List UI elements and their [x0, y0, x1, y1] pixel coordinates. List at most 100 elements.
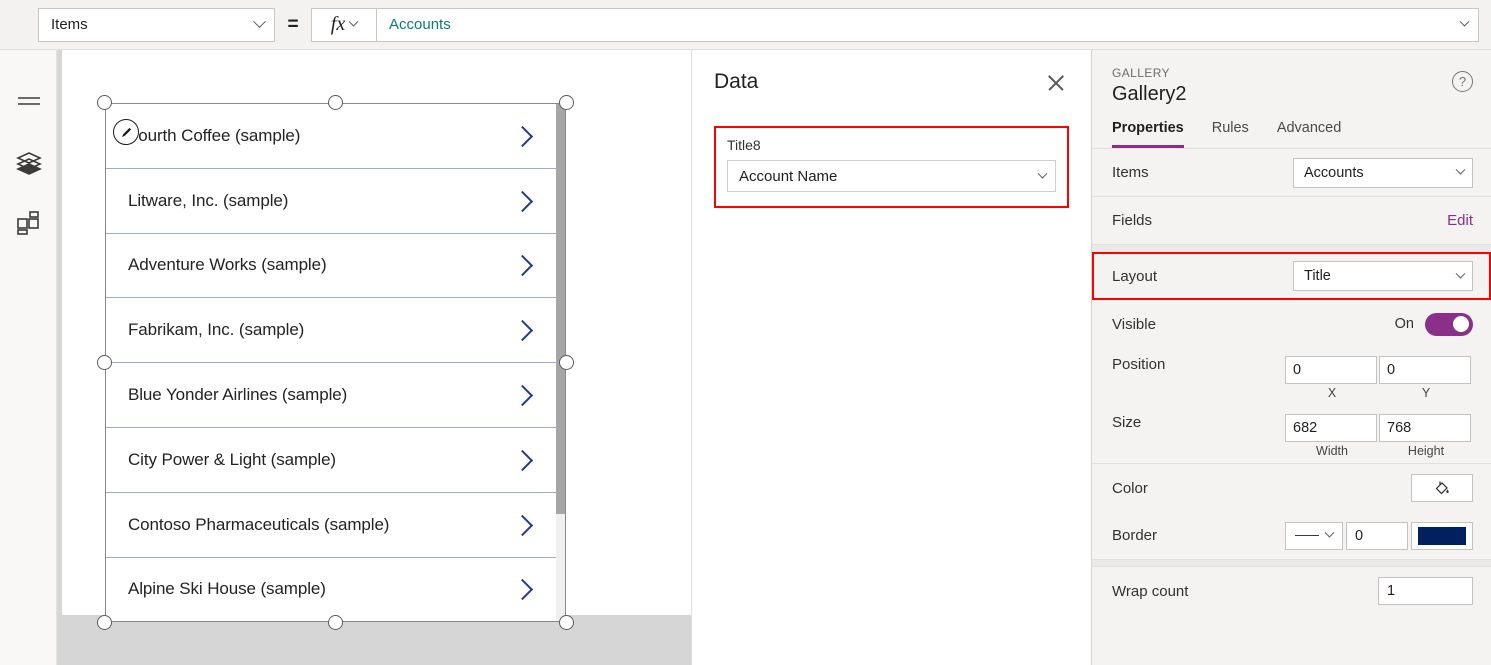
resize-handle-middle-left[interactable]	[97, 355, 112, 370]
chevron-down-icon	[1037, 168, 1048, 179]
position-inputs: 0 0	[1285, 356, 1473, 384]
chevron-down-icon	[1324, 527, 1335, 538]
size-sublabels: Width Height	[1285, 444, 1473, 458]
visible-toggle-group[interactable]: On	[1395, 312, 1473, 336]
gallery-control[interactable]: Fourth Coffee (sample) Litware, Inc. (sa…	[105, 103, 566, 622]
chevron-down-icon	[348, 16, 359, 27]
gallery-item[interactable]: Litware, Inc. (sample)	[106, 168, 565, 234]
border-controls: 0	[1285, 521, 1473, 550]
items-select-value: Accounts	[1304, 164, 1364, 181]
visible-toggle[interactable]	[1425, 312, 1473, 336]
tab-properties[interactable]: Properties	[1112, 120, 1184, 148]
close-icon[interactable]	[1043, 70, 1069, 96]
gallery-item-label: City Power & Light (sample)	[128, 449, 336, 469]
chevron-down-icon	[1455, 268, 1466, 279]
chevron-right-icon[interactable]	[511, 448, 535, 472]
gallery-item[interactable]: Adventure Works (sample)	[106, 233, 565, 299]
wrap-count-input[interactable]: 1	[1378, 577, 1473, 605]
layout-select-value: Title	[1304, 268, 1331, 284]
gallery-item[interactable]: Fabrikam, Inc. (sample)	[106, 298, 565, 364]
property-row-size: Size 682 768 Width Height	[1092, 406, 1491, 464]
data-pane: Data Title8 Account Name	[691, 50, 1092, 665]
chevron-down-icon	[1455, 164, 1466, 175]
data-field-highlight: Title8 Account Name	[714, 126, 1069, 208]
chevron-right-icon[interactable]	[511, 124, 535, 148]
layout-select[interactable]: Title	[1293, 261, 1473, 291]
fx-button[interactable]: fx	[311, 7, 376, 42]
control-name: Gallery2	[1112, 83, 1187, 105]
left-rail	[0, 50, 57, 665]
gallery-item[interactable]: Fourth Coffee (sample)	[106, 104, 565, 169]
chevron-right-icon[interactable]	[511, 189, 535, 213]
chevron-right-icon[interactable]	[511, 318, 535, 342]
size-height-input[interactable]: 768	[1379, 414, 1471, 442]
gallery-item-label: Contoso Pharmaceuticals (sample)	[128, 514, 390, 534]
size-width-sublabel: Width	[1316, 444, 1348, 458]
solid-line-icon	[1294, 535, 1319, 536]
border-color-button[interactable]	[1411, 521, 1473, 550]
property-row-layout: Layout Title	[1092, 252, 1491, 300]
data-pane-title: Data	[714, 70, 759, 93]
help-icon[interactable]: ?	[1452, 71, 1473, 92]
edit-fields-link[interactable]: Edit	[1447, 212, 1473, 229]
resize-handle-top-right[interactable]	[559, 95, 574, 110]
data-field-value: Account Name	[739, 167, 838, 185]
border-width-input[interactable]: 0	[1346, 521, 1408, 550]
property-label-size: Size	[1112, 414, 1142, 431]
gallery-selection-wrapper: Fourth Coffee (sample) Litware, Inc. (sa…	[97, 95, 574, 630]
sidebar-item-menu[interactable]	[0, 73, 57, 133]
property-row-items: Items Accounts	[1092, 149, 1491, 197]
edit-pencil-badge[interactable]	[113, 119, 139, 145]
gallery-item[interactable]: City Power & Light (sample)	[106, 427, 565, 493]
sidebar-item-insert[interactable]	[0, 193, 57, 253]
items-select[interactable]: Accounts	[1293, 157, 1473, 188]
tab-advanced[interactable]: Advanced	[1277, 120, 1342, 148]
gallery-item[interactable]: Alpine Ski House (sample)	[106, 557, 565, 621]
resize-handle-top-left[interactable]	[97, 95, 112, 110]
chevron-down-icon[interactable]	[1459, 16, 1470, 27]
position-sublabels: X Y	[1285, 386, 1473, 400]
formula-value: Accounts	[389, 16, 451, 33]
gallery-item[interactable]: Contoso Pharmaceuticals (sample)	[106, 492, 565, 558]
tab-rules[interactable]: Rules	[1212, 120, 1249, 148]
resize-handle-top-center[interactable]	[328, 95, 343, 110]
property-select[interactable]: Items	[38, 7, 275, 42]
resize-handle-bottom-right[interactable]	[559, 615, 574, 630]
equals-sign: =	[287, 13, 299, 35]
chevron-right-icon[interactable]	[511, 383, 535, 407]
gallery-scrollbar-thumb[interactable]	[556, 104, 565, 514]
chevron-right-icon[interactable]	[511, 513, 535, 537]
fx-icon: fx	[330, 13, 346, 35]
property-row-fields: Fields Edit	[1092, 197, 1491, 245]
property-label-position: Position	[1112, 356, 1166, 373]
fill-bucket-icon	[1435, 481, 1449, 495]
border-style-select[interactable]	[1285, 521, 1343, 550]
gallery-item-label: Litware, Inc. (sample)	[128, 190, 289, 210]
property-row-color: Color	[1092, 464, 1491, 512]
gallery-item[interactable]: Blue Yonder Airlines (sample)	[106, 363, 565, 428]
resize-handle-bottom-left[interactable]	[97, 615, 112, 630]
section-divider	[1092, 245, 1491, 252]
tree-view-icon	[15, 152, 42, 175]
color-fill-button[interactable]	[1411, 474, 1473, 502]
chevron-right-icon[interactable]	[511, 253, 535, 277]
gallery-item-label: Blue Yonder Airlines (sample)	[128, 385, 348, 405]
properties-tabs: Properties Rules Advanced	[1092, 106, 1491, 149]
powerapps-studio: Items = fx Accounts Fourth Coffee (sampl…	[0, 0, 1491, 665]
property-label-color: Color	[1112, 479, 1148, 497]
size-width-input[interactable]: 682	[1285, 414, 1377, 442]
resize-handle-middle-right[interactable]	[559, 355, 574, 370]
formula-input[interactable]: Accounts	[376, 7, 1479, 42]
property-label-items: Items	[1112, 164, 1149, 181]
position-x-input[interactable]: 0	[1285, 356, 1377, 384]
insert-icon	[16, 211, 39, 235]
sidebar-item-tree-view[interactable]	[0, 133, 57, 193]
size-inputs: 682 768	[1285, 414, 1473, 442]
hamburger-menu-icon	[17, 97, 40, 105]
data-field-select[interactable]: Account Name	[727, 160, 1056, 192]
chevron-right-icon[interactable]	[511, 577, 535, 601]
resize-handle-bottom-center[interactable]	[328, 615, 343, 630]
position-y-input[interactable]: 0	[1379, 356, 1471, 384]
size-height-sublabel: Height	[1407, 444, 1445, 458]
canvas-area: Fourth Coffee (sample) Litware, Inc. (sa…	[57, 50, 691, 665]
